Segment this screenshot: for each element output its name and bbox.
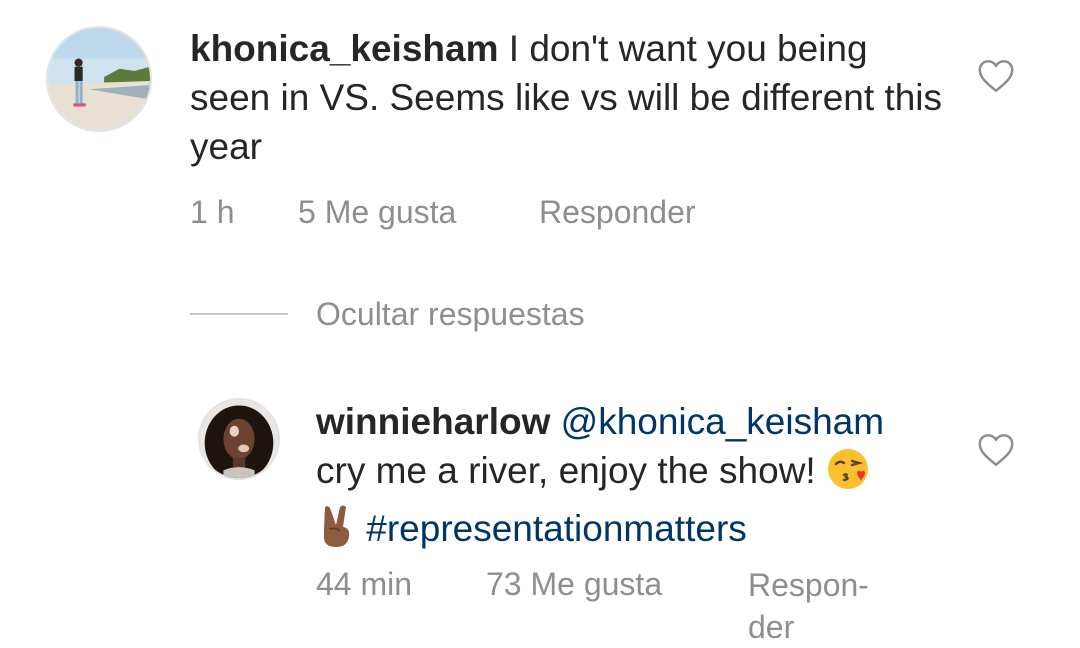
victory-hand-emoji-icon (316, 503, 356, 561)
kissing-face-emoji-icon (826, 447, 870, 503)
avatar-winnieharlow[interactable] (198, 398, 280, 480)
reply-label-line1: Respon- (748, 567, 869, 603)
like-heart-icon[interactable] (977, 59, 1015, 93)
replies-divider (190, 313, 288, 315)
mention-link[interactable]: @khonica_keisham (561, 401, 884, 442)
comment-likes-link[interactable]: 5 Me gusta (298, 192, 456, 232)
hide-replies-button[interactable]: Ocultar respuestas (316, 294, 585, 334)
reply-label-line2: der (748, 609, 795, 645)
avatar-photo-portrait (200, 400, 278, 478)
comment-time: 1 h (190, 194, 235, 230)
comment-username[interactable]: winnieharlow (316, 401, 550, 442)
comment-time: 44 min (316, 566, 413, 602)
avatar-khonica-keisham[interactable] (46, 26, 152, 132)
hashtag-link[interactable]: #representationmatters (366, 508, 746, 549)
like-heart-icon[interactable] (977, 433, 1015, 467)
avatar-photo-beach (48, 28, 150, 130)
comment-username[interactable]: khonica_keisham (190, 28, 498, 69)
reply-button[interactable]: Responder (539, 192, 696, 232)
comment-body: cry me a river, enjoy the show! (316, 450, 816, 491)
comment-text-1: khonica_keisham I don't want you being s… (190, 24, 950, 171)
comment-likes-link[interactable]: 73 Me gusta (486, 564, 662, 604)
reply-button[interactable]: Respon-der (748, 564, 908, 648)
comment-text-2: winnieharlow @khonica_keisham cry me a r… (316, 397, 956, 561)
